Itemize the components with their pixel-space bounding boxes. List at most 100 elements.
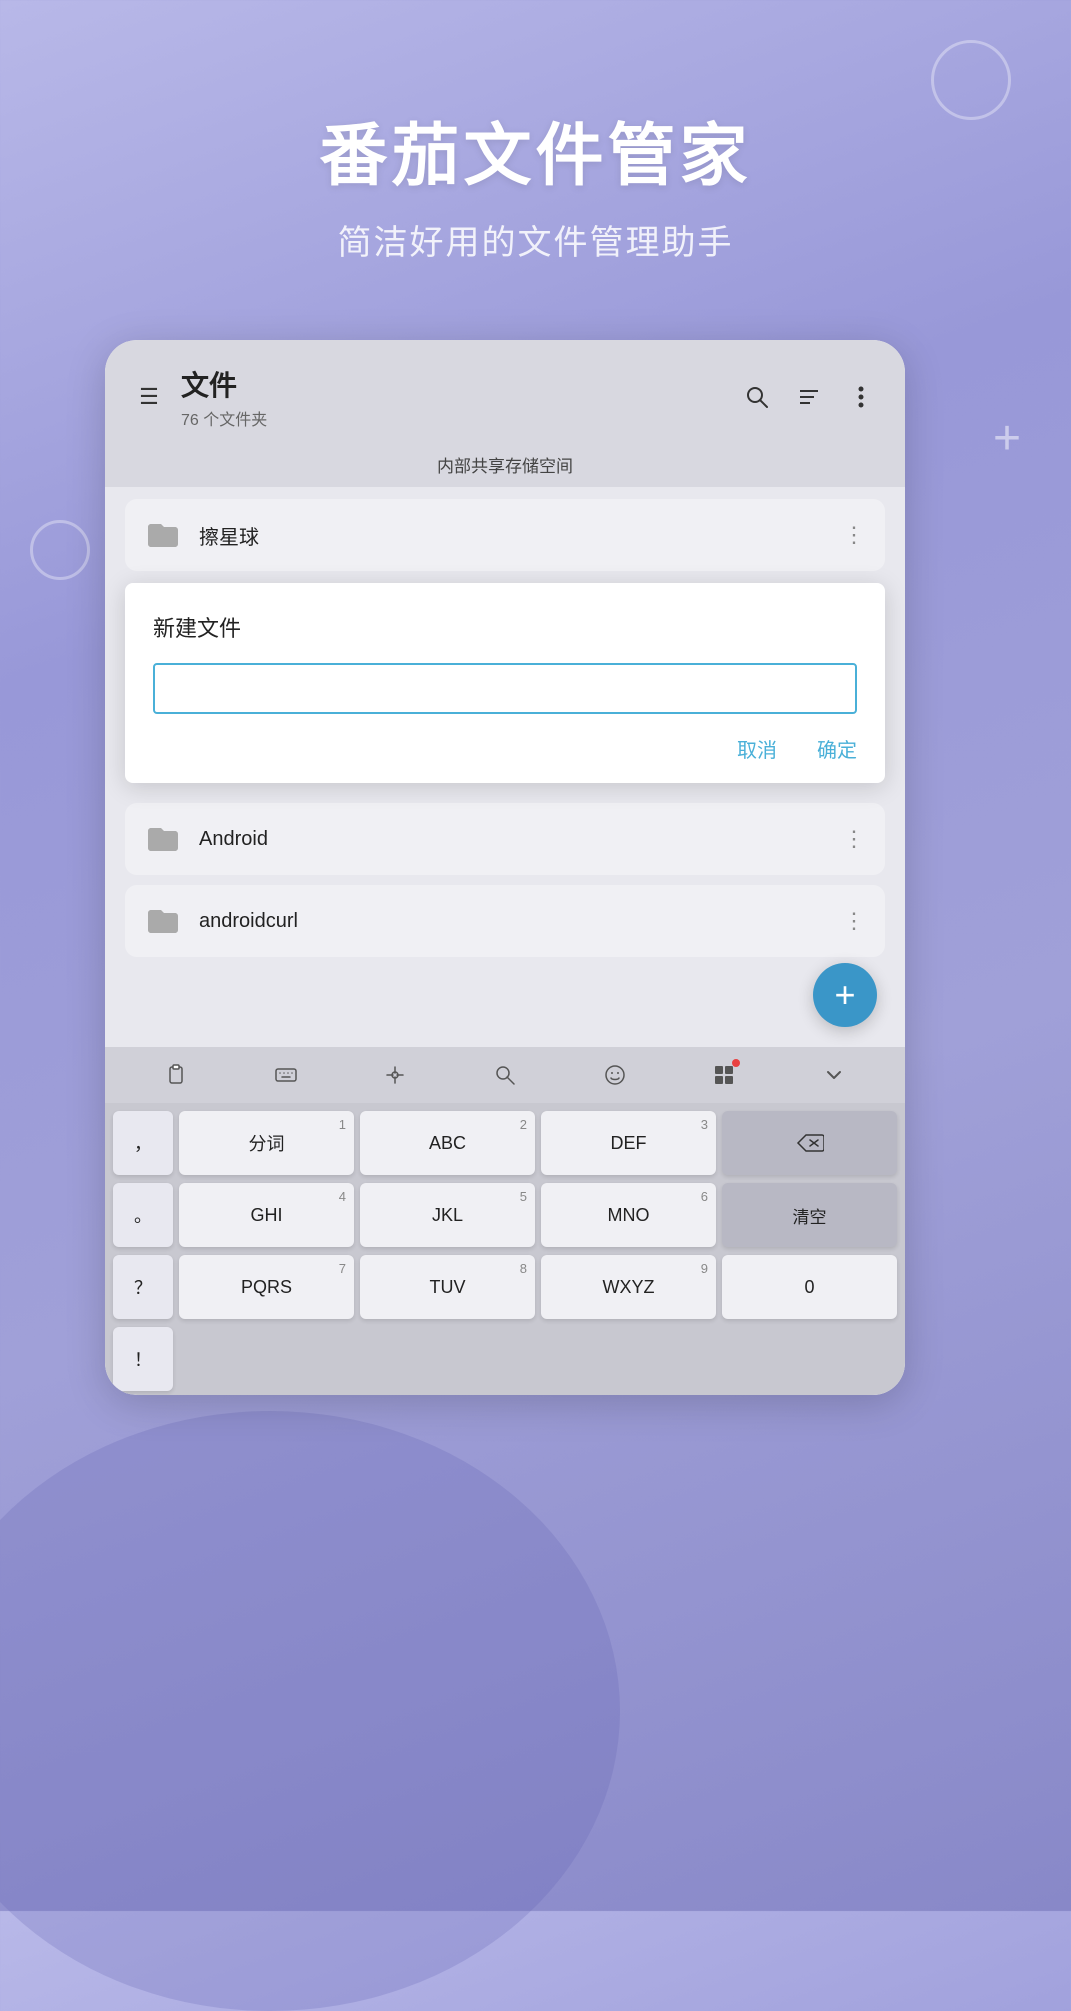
kb-key-fenchi[interactable]: 1 分词 xyxy=(179,1111,354,1175)
sub-title: 简洁好用的文件管理助手 xyxy=(0,215,1071,264)
kb-key-abc-label: ABC xyxy=(429,1133,466,1154)
dialog-cancel-button[interactable]: 取消 xyxy=(737,734,777,763)
file-more-caxingqiu[interactable]: ⋮ xyxy=(843,522,865,548)
kb-key-abc-num: 2 xyxy=(520,1117,527,1132)
dialog-confirm-button[interactable]: 确定 xyxy=(817,734,857,763)
new-file-input[interactable] xyxy=(153,663,857,714)
search-icon xyxy=(746,386,768,408)
kb-key-period-label: 。 xyxy=(134,1202,152,1228)
file-name-androidcurl: androidcurl xyxy=(199,910,843,933)
kb-key-pqrs-num: 7 xyxy=(339,1261,346,1276)
more-button[interactable] xyxy=(845,381,877,413)
file-more-androidcurl[interactable]: ⋮ xyxy=(843,908,865,934)
kb-key-jkl-label: JKL xyxy=(432,1205,463,1226)
kb-row-4: ！ xyxy=(113,1327,897,1391)
app-title: 文件 xyxy=(181,364,725,404)
kb-keyboard-button[interactable] xyxy=(268,1057,304,1093)
kb-key-exclaim-label: ！ xyxy=(134,1346,152,1372)
kb-key-tuv-label: TUV xyxy=(430,1277,466,1298)
keyboard-toolbar xyxy=(105,1047,905,1103)
kb-key-tuv-num: 8 xyxy=(520,1261,527,1276)
storage-label: 内部共享存储空间 xyxy=(105,442,905,487)
new-file-dialog: 新建文件 取消 确定 xyxy=(125,583,885,783)
kb-key-period[interactable]: 。 xyxy=(113,1183,173,1247)
kb-key-exclaim[interactable]: ！ xyxy=(113,1327,173,1391)
dialog-overlay: 新建文件 取消 确定 xyxy=(105,583,905,783)
top-bar: ☰ 文件 76 个文件夹 xyxy=(105,340,905,442)
kb-key-pqrs[interactable]: 7 PQRS xyxy=(179,1255,354,1319)
keyboard-area: ， 1 分词 2 ABC 3 DEF xyxy=(105,1103,905,1395)
kb-key-def-label: DEF xyxy=(611,1133,647,1154)
kb-grid-button[interactable] xyxy=(706,1057,742,1093)
kb-key-mno-num: 6 xyxy=(701,1189,708,1204)
file-item-android[interactable]: Android ⋮ xyxy=(125,803,885,875)
kb-row-2: 。 4 GHI 5 JKL 6 MNO 清空 xyxy=(113,1183,897,1247)
file-list-bottom: Android ⋮ + androidcurl ⋮ xyxy=(105,783,905,1047)
folder-icon-androidcurl xyxy=(145,903,181,939)
kb-key-tuv[interactable]: 8 TUV xyxy=(360,1255,535,1319)
main-title: 番茄文件管家 xyxy=(0,100,1071,199)
more-icon xyxy=(858,386,864,408)
kb-key-comma[interactable]: ， xyxy=(113,1111,173,1175)
bg-plus-decoration: + xyxy=(993,415,1021,463)
kb-key-pqrs-label: PQRS xyxy=(241,1277,292,1298)
kb-key-ghi[interactable]: 4 GHI xyxy=(179,1183,354,1247)
file-list-top: 擦星球 ⋮ xyxy=(105,487,905,593)
kb-key-def-num: 3 xyxy=(701,1117,708,1132)
file-item-caxingqiu[interactable]: 擦星球 ⋮ xyxy=(125,499,885,571)
kb-key-abc[interactable]: 2 ABC xyxy=(360,1111,535,1175)
phone-mockup: ☰ 文件 76 个文件夹 xyxy=(105,340,905,1395)
kb-key-zero-label: 0 xyxy=(804,1277,814,1298)
cursor-icon xyxy=(384,1064,406,1086)
title-area: 文件 76 个文件夹 xyxy=(181,364,725,430)
kb-key-question[interactable]: ？ xyxy=(113,1255,173,1319)
search-button[interactable] xyxy=(741,381,773,413)
file-name-android: Android xyxy=(199,828,843,851)
hamburger-button[interactable]: ☰ xyxy=(133,381,165,413)
keyboard-icon xyxy=(275,1064,297,1086)
file-name-caxingqiu: 擦星球 xyxy=(199,521,843,550)
file-item-androidcurl[interactable]: androidcurl ⋮ xyxy=(125,885,885,957)
kb-key-backspace[interactable] xyxy=(722,1111,897,1175)
kb-key-ghi-num: 4 xyxy=(339,1189,346,1204)
kb-cursor-button[interactable] xyxy=(377,1057,413,1093)
sort-icon xyxy=(798,386,820,408)
folder-icon-android xyxy=(145,821,181,857)
kb-key-mno-label: MNO xyxy=(608,1205,650,1226)
app-subtitle: 76 个文件夹 xyxy=(181,406,725,430)
bg-circle-left xyxy=(30,520,90,580)
folder-icon xyxy=(145,517,181,553)
grid-icon xyxy=(713,1064,735,1086)
backspace-icon xyxy=(796,1133,824,1153)
kb-key-def[interactable]: 3 DEF xyxy=(541,1111,716,1175)
chevron-down-icon xyxy=(823,1064,845,1086)
kb-key-mno[interactable]: 6 MNO xyxy=(541,1183,716,1247)
kb-key-clear[interactable]: 清空 xyxy=(722,1183,897,1247)
toolbar-icons xyxy=(741,381,877,413)
kb-chevron-button[interactable] xyxy=(816,1057,852,1093)
kb-key-zero[interactable]: 0 xyxy=(722,1255,897,1319)
kb-key-fenchi-label: 分词 xyxy=(249,1130,285,1156)
kb-clipboard-button[interactable] xyxy=(158,1057,194,1093)
kb-key-wxyz-num: 9 xyxy=(701,1261,708,1276)
kb-key-wxyz-label: WXYZ xyxy=(603,1277,655,1298)
kb-key-jkl[interactable]: 5 JKL xyxy=(360,1183,535,1247)
header-area: 番茄文件管家 简洁好用的文件管理助手 xyxy=(0,100,1071,264)
hamburger-icon: ☰ xyxy=(139,384,159,410)
dialog-actions: 取消 确定 xyxy=(153,734,857,763)
app-screen: ☰ 文件 76 个文件夹 xyxy=(105,340,905,1395)
kb-emoji-button[interactable] xyxy=(597,1057,633,1093)
sort-button[interactable] xyxy=(793,381,825,413)
kb-key-jkl-num: 5 xyxy=(520,1189,527,1204)
file-more-android[interactable]: ⋮ xyxy=(843,826,865,852)
search-kb-icon xyxy=(494,1064,516,1086)
kb-key-wxyz[interactable]: 9 WXYZ xyxy=(541,1255,716,1319)
bg-blob xyxy=(0,1411,620,2011)
kb-key-clear-label: 清空 xyxy=(793,1203,827,1228)
kb-row4-spacer xyxy=(179,1327,897,1391)
kb-row-3: ？ 7 PQRS 8 TUV 9 WXYZ 0 xyxy=(113,1255,897,1319)
fab-button[interactable]: + xyxy=(813,963,877,1027)
kb-key-fenchi-num: 1 xyxy=(339,1117,346,1132)
emoji-icon xyxy=(604,1064,626,1086)
kb-search-button[interactable] xyxy=(487,1057,523,1093)
